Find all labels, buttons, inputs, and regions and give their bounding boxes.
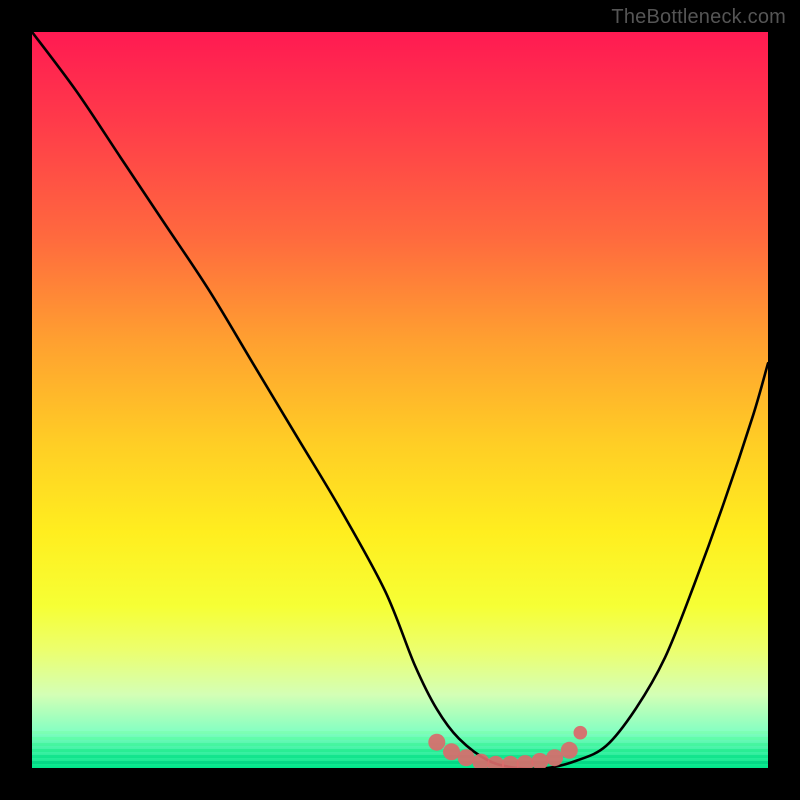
optimal-marker xyxy=(487,756,504,768)
optimal-marker xyxy=(561,742,578,759)
watermark-text: TheBottleneck.com xyxy=(611,6,786,29)
optimal-marker xyxy=(443,743,460,760)
optimal-marker xyxy=(574,726,588,740)
optimal-marker xyxy=(502,756,519,768)
bottleneck-curve xyxy=(32,32,768,768)
curve-svg xyxy=(32,32,768,768)
optimal-marker xyxy=(531,753,548,768)
chart-frame: TheBottleneck.com xyxy=(0,0,800,800)
optimal-marker xyxy=(546,749,563,766)
optimal-marker xyxy=(517,755,534,768)
optimal-marker xyxy=(428,734,445,751)
optimal-marker xyxy=(458,749,475,766)
optimal-marker xyxy=(473,754,490,768)
plot-area xyxy=(32,32,768,768)
